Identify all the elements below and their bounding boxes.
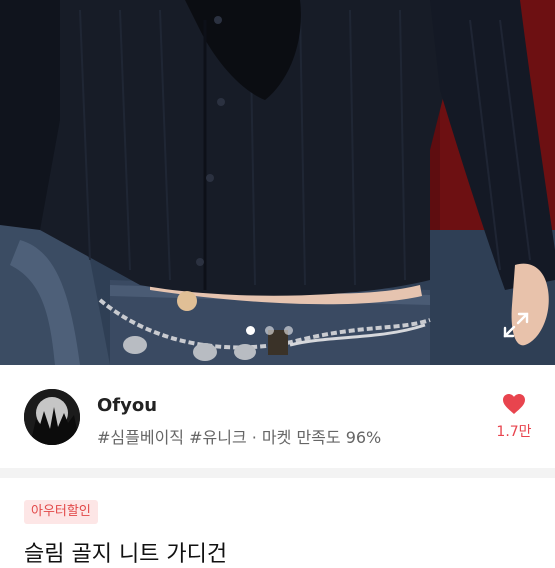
expand-icon[interactable]	[503, 312, 529, 338]
seller-name[interactable]: Ofyou	[97, 395, 157, 416]
product-image-carousel[interactable]	[0, 0, 555, 365]
section-divider	[0, 468, 555, 478]
product-photo	[0, 0, 555, 365]
seller-section: Ofyou #심플베이직 #유니크 · 마켓 만족도 96% 1.7만	[0, 365, 555, 468]
like-button[interactable]: 1.7만	[492, 393, 536, 441]
carousel-indicator	[246, 326, 293, 335]
seller-avatar[interactable]	[24, 389, 80, 445]
product-title: 슬림 골지 니트 가디건	[24, 542, 228, 567]
like-count: 1.7만	[496, 424, 532, 440]
heart-icon	[503, 394, 525, 414]
carousel-dot-active[interactable]	[246, 326, 255, 335]
carousel-dot[interactable]	[284, 326, 293, 335]
carousel-dot[interactable]	[265, 326, 274, 335]
seller-tags: #심플베이직 #유니크 · 마켓 만족도 96%	[97, 428, 382, 447]
discount-badge: 아우터할인	[24, 500, 98, 524]
